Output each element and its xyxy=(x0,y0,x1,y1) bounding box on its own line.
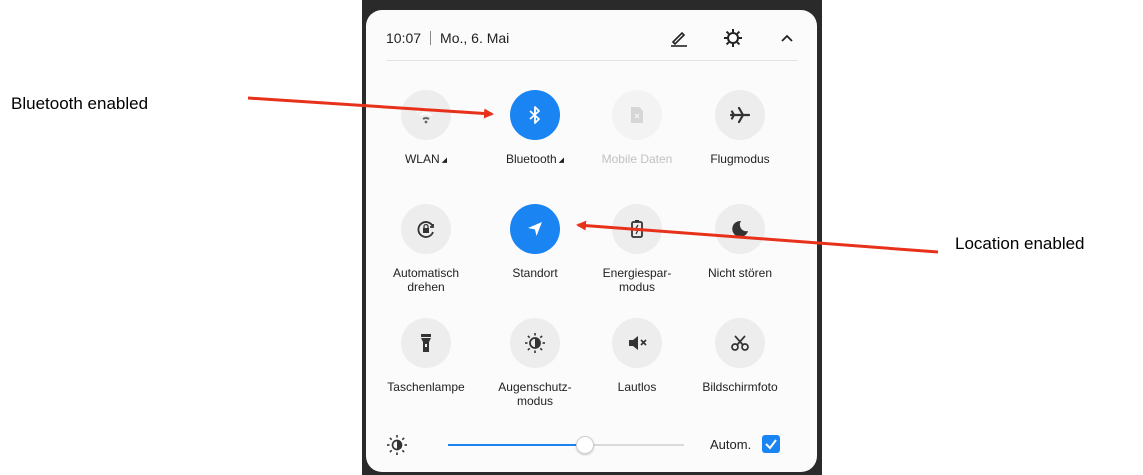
tile-label: Standort xyxy=(512,266,558,280)
tile-label: Mobile Daten xyxy=(601,152,673,166)
annotation-location-enabled: Location enabled xyxy=(955,234,1085,253)
header-separator xyxy=(430,31,432,45)
airplane-icon xyxy=(715,90,765,140)
tile-auto-rotate[interactable]: Automatisch drehen xyxy=(376,204,476,294)
panel-header: 10:07 Mo., 6. Mai xyxy=(386,25,798,51)
mute-icon xyxy=(612,318,662,368)
eye-comfort-icon xyxy=(510,318,560,368)
tile-battery-saver[interactable]: Energiespar-modus xyxy=(587,204,687,294)
quick-settings-panel: 10:07 Mo., 6. Mai WLAN ◢ Bluetooth ◢ Mob… xyxy=(366,10,817,472)
tile-label: Energiespar-modus xyxy=(602,266,672,294)
sim-card-icon xyxy=(612,90,662,140)
tile-label: Augenschutz-modus xyxy=(498,380,572,408)
tile-label: Bildschirmfoto xyxy=(702,380,778,394)
tile-label: Nicht stören xyxy=(707,266,773,280)
tile-label: Bluetooth xyxy=(505,152,557,166)
rotation-lock-icon xyxy=(401,204,451,254)
header-divider xyxy=(386,60,798,61)
caret-icon: ◢ xyxy=(441,157,448,164)
tile-label: Flugmodus xyxy=(710,152,770,166)
bluetooth-icon xyxy=(510,90,560,140)
tile-label: Lautlos xyxy=(617,380,657,394)
brightness-slider-fill xyxy=(448,444,585,446)
tile-location[interactable]: Standort xyxy=(485,204,585,280)
clock-time: 10:07 xyxy=(386,30,422,46)
brightness-row: Autom. xyxy=(386,432,798,458)
annotation-bluetooth-enabled: Bluetooth enabled xyxy=(11,94,149,113)
moon-icon xyxy=(715,204,765,254)
wifi-icon xyxy=(401,90,451,140)
brightness-slider-thumb[interactable] xyxy=(575,436,594,454)
location-arrow-icon xyxy=(510,204,560,254)
tile-eye-comfort[interactable]: Augenschutz-modus xyxy=(485,318,585,408)
brightness-slider[interactable] xyxy=(448,436,684,454)
tile-silent[interactable]: Lautlos xyxy=(587,318,687,394)
brightness-icon xyxy=(386,434,408,456)
auto-brightness-checkbox[interactable] xyxy=(762,435,780,453)
tile-airplane[interactable]: Flugmodus xyxy=(690,90,790,166)
tile-bluetooth[interactable]: Bluetooth ◢ xyxy=(485,90,585,168)
tile-screenshot[interactable]: Bildschirmfoto xyxy=(690,318,790,394)
edit-icon[interactable] xyxy=(668,27,690,49)
tile-label: Automatisch drehen xyxy=(392,266,460,294)
caret-icon: ◢ xyxy=(558,157,565,164)
tile-flashlight[interactable]: Taschenlampe xyxy=(376,318,476,394)
collapse-chevron-up-icon[interactable] xyxy=(776,27,798,49)
auto-brightness-label: Autom. xyxy=(710,437,752,452)
tile-label: Taschenlampe xyxy=(387,380,465,394)
battery-saver-icon xyxy=(612,204,662,254)
tile-do-not-disturb[interactable]: Nicht stören xyxy=(690,204,790,280)
tile-mobile-data[interactable]: Mobile Daten xyxy=(587,90,687,166)
tile-wlan[interactable]: WLAN ◢ xyxy=(376,90,476,168)
settings-gear-icon[interactable] xyxy=(722,27,744,49)
header-date: Mo., 6. Mai xyxy=(440,30,510,46)
flashlight-icon xyxy=(401,318,451,368)
tile-label: WLAN xyxy=(404,152,440,166)
scissors-icon xyxy=(715,318,765,368)
